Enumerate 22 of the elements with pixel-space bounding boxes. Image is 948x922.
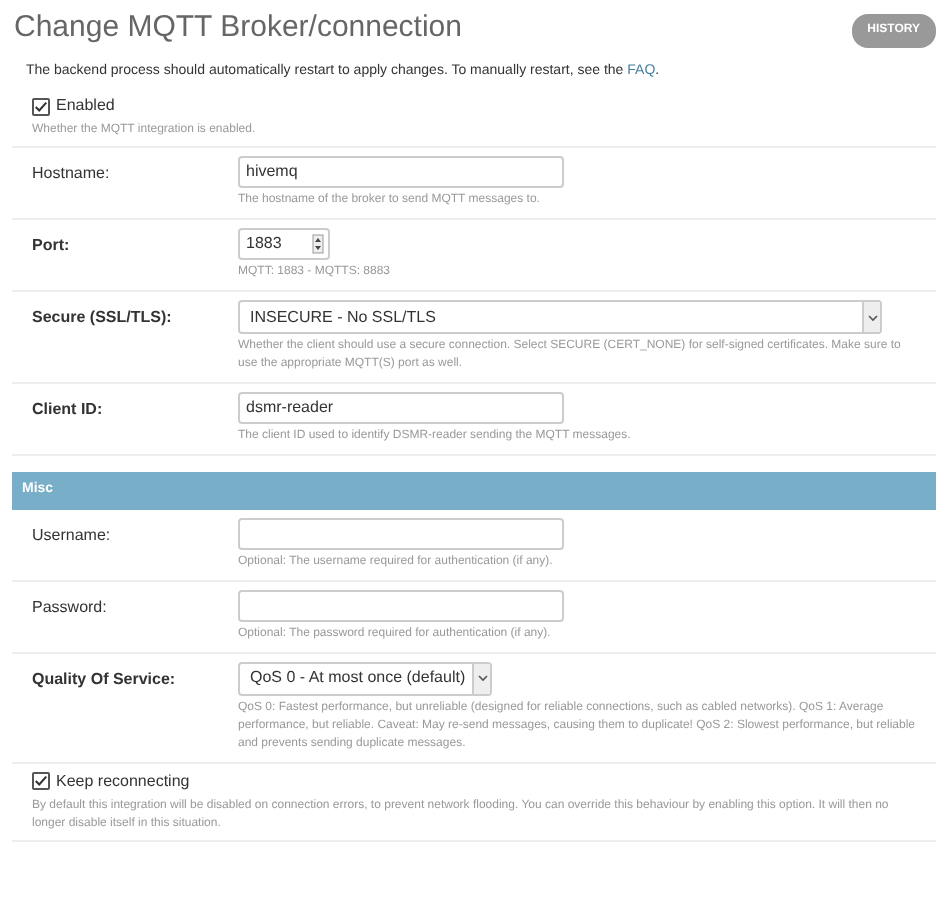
checkmark-icon	[34, 774, 48, 788]
select-field[interactable]: QoS 0 - At most once (default)	[238, 661, 492, 695]
field-label: Hostname:	[32, 162, 112, 186]
number-field[interactable]: 1883	[238, 228, 330, 260]
checkmark-icon	[34, 99, 48, 113]
page-title: Change MQTT Broker/connection	[12, 8, 462, 48]
field-label: Port:	[32, 234, 72, 258]
select-field[interactable]: INSECURE - No SSL/TLS	[238, 300, 882, 334]
field-label: Password:	[32, 595, 109, 619]
text-field[interactable]	[238, 589, 564, 621]
field-label: Username:	[32, 523, 113, 547]
checkbox-label: Enabled	[56, 94, 115, 118]
spinner-icon[interactable]	[312, 234, 324, 254]
checkbox[interactable]	[32, 772, 50, 790]
checkbox[interactable]	[32, 97, 50, 115]
field-label: Secure (SSL/TLS):	[32, 306, 174, 330]
checkbox-label: Keep reconnecting	[56, 769, 190, 793]
text-field[interactable]: hivemq	[238, 156, 564, 188]
text-field[interactable]: dsmr-reader	[238, 392, 564, 424]
field-label: Quality Of Service:	[32, 667, 178, 692]
text-field[interactable]	[238, 517, 564, 549]
field-label: Client ID:	[32, 398, 105, 422]
